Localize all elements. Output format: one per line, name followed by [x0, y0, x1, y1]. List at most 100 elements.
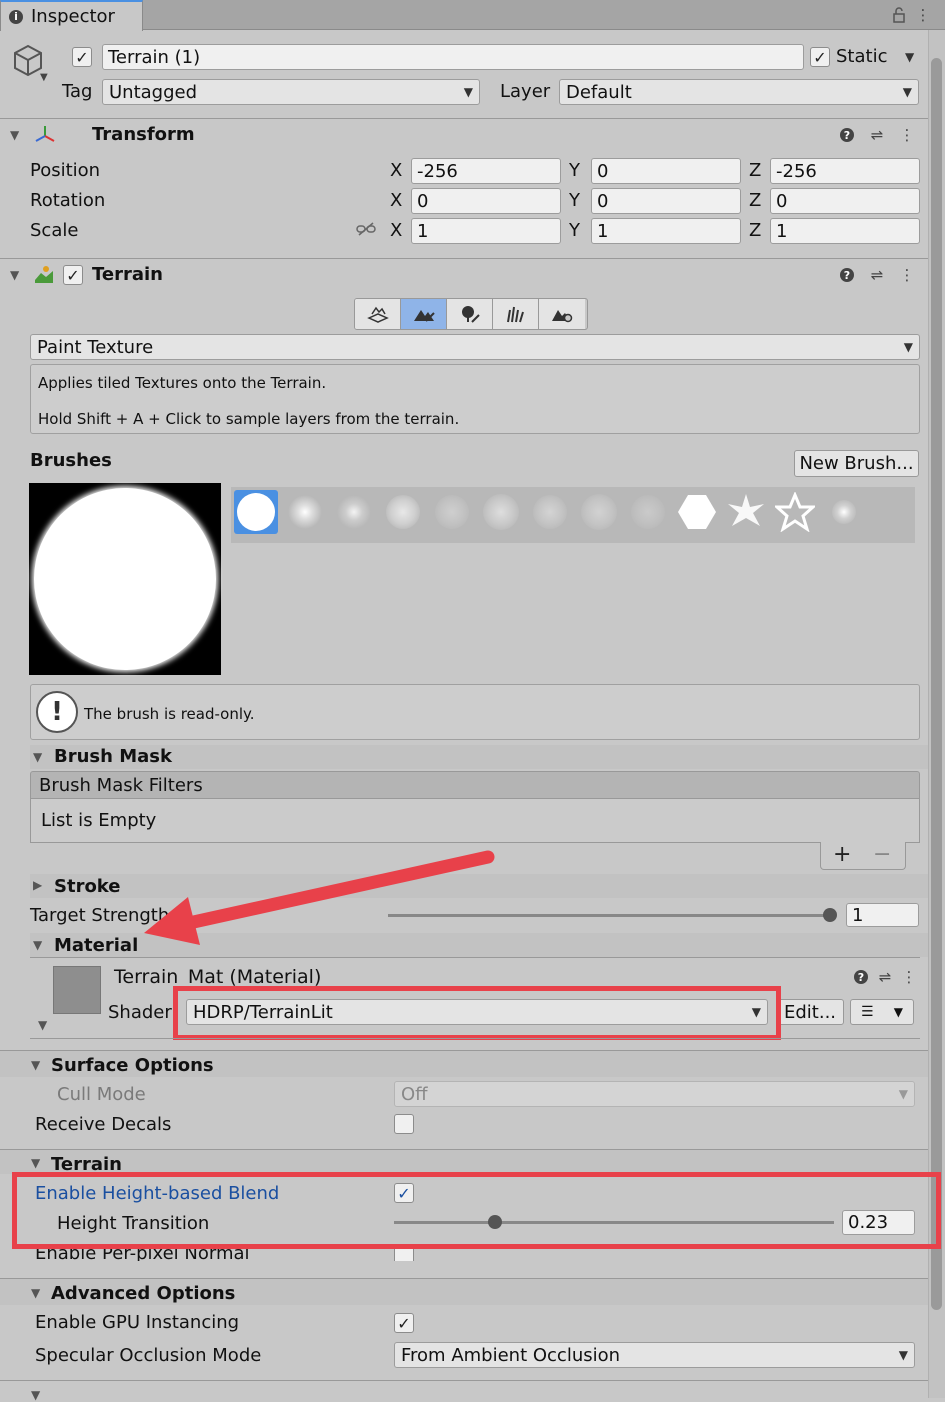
advanced-options-foldout-icon[interactable]: ▼ [31, 1286, 40, 1300]
scale-x-field[interactable]: 1 [411, 218, 561, 244]
terrain-enabled-checkbox[interactable]: ✓ [63, 265, 83, 285]
paint-trees-button[interactable] [447, 299, 493, 329]
material-title: Material [54, 935, 139, 956]
help-icon[interactable]: ? [852, 968, 870, 986]
divider [30, 1038, 920, 1039]
brush-item[interactable] [577, 490, 621, 534]
tag-dropdown[interactable]: Untagged ▼ [102, 79, 480, 105]
scale-z-field[interactable]: 1 [770, 218, 920, 244]
brush-item[interactable] [332, 490, 376, 534]
brush-noise-icon [533, 495, 567, 529]
paint-details-button[interactable] [493, 299, 539, 329]
edit-shader-label: Edit... [783, 1001, 837, 1023]
receive-decals-checkbox[interactable] [394, 1114, 414, 1134]
active-checkbox[interactable]: ✓ [72, 47, 92, 67]
transform-foldout-icon[interactable]: ▼ [10, 128, 19, 142]
object-name-field[interactable]: Terrain (1) [102, 44, 804, 70]
rotation-x-value: 0 [417, 190, 429, 212]
brush-item[interactable] [381, 490, 425, 534]
brush-item[interactable] [283, 490, 327, 534]
static-dropdown-arrow-icon[interactable]: ▼ [905, 50, 914, 64]
component-menu-icon[interactable]: ⋮ [898, 126, 916, 144]
scale-y-field[interactable]: 1 [591, 218, 741, 244]
tag-value: Untagged [109, 81, 198, 103]
surface-options-foldout-icon[interactable]: ▼ [31, 1058, 40, 1072]
material-foldout-icon[interactable]: ▼ [33, 938, 42, 952]
new-brush-button[interactable]: New Brush... [794, 450, 919, 477]
presets-icon[interactable]: ⇌ [868, 266, 886, 284]
brush-item[interactable] [773, 490, 817, 534]
annotation-highlight-height-blend [12, 1172, 941, 1249]
brush-item[interactable] [430, 490, 474, 534]
presets-icon[interactable]: ⇌ [876, 968, 894, 986]
layer-dropdown[interactable]: Default ▼ [559, 79, 919, 105]
divider [30, 957, 920, 958]
brush-mask-foldout-icon[interactable]: ▼ [33, 750, 42, 764]
terrain-mode-dropdown[interactable]: Paint Texture ▼ [30, 334, 920, 360]
component-menu-icon[interactable]: ⋮ [898, 266, 916, 284]
axis-y-label: Y [569, 190, 580, 211]
material-menu-icon[interactable]: ⋮ [900, 968, 918, 986]
position-x-value: -256 [417, 160, 458, 182]
brush-item[interactable] [479, 490, 523, 534]
svg-text:?: ? [858, 971, 864, 984]
remove-filter-button[interactable]: − [873, 842, 891, 867]
brush-grass-icon [631, 495, 665, 529]
scale-z-value: 1 [776, 220, 788, 242]
position-x-field[interactable]: -256 [411, 158, 561, 184]
gpu-instancing-checkbox[interactable]: ✓ [394, 1313, 414, 1333]
chevron-down-icon: ▼ [898, 1348, 908, 1362]
create-neighbor-terrains-button[interactable] [355, 299, 401, 329]
brush-preview-circle [34, 488, 216, 670]
menu-dots-icon[interactable]: ⋮ [914, 6, 932, 24]
paint-terrain-button[interactable] [401, 299, 447, 329]
warning-icon: ! [36, 691, 78, 733]
static-checkbox[interactable]: ✓ [810, 47, 830, 67]
target-strength-slider-knob[interactable] [823, 908, 837, 922]
constrain-proportions-icon[interactable] [356, 221, 376, 242]
position-y-field[interactable]: 0 [591, 158, 741, 184]
terrain-foldout-icon[interactable]: ▼ [10, 268, 19, 282]
icon-dropdown-arrow-icon[interactable]: ▼ [40, 72, 48, 83]
rotation-z-field[interactable]: 0 [770, 188, 920, 214]
material-preview-swatch[interactable] [53, 966, 101, 1014]
material-foldout-arrow-icon[interactable]: ▼ [38, 1018, 47, 1032]
help-icon[interactable]: ? [838, 126, 856, 144]
brush-item[interactable] [528, 490, 572, 534]
presets-icon[interactable]: ⇌ [868, 126, 886, 144]
next-section-foldout-icon[interactable]: ▼ [31, 1388, 40, 1402]
brush-mask-filters-label: Brush Mask Filters [39, 774, 203, 796]
brush-item[interactable] [626, 490, 670, 534]
target-strength-field[interactable]: 1 [846, 903, 919, 927]
terrain-sub-header [0, 1150, 928, 1174]
tab-inspector[interactable]: i Inspector [0, 0, 143, 31]
terrain-settings-button[interactable] [539, 299, 585, 329]
rotation-x-field[interactable]: 0 [411, 188, 561, 214]
brush-item-selected[interactable] [234, 490, 278, 534]
add-filter-button[interactable]: + [833, 842, 851, 867]
brush-item[interactable] [675, 490, 719, 534]
help-icon[interactable]: ? [838, 266, 856, 284]
shader-options-button[interactable]: ☰ ▼ [850, 999, 914, 1025]
brush-item[interactable] [724, 490, 768, 534]
axis-z-label: Z [749, 220, 762, 241]
position-z-field[interactable]: -256 [770, 158, 920, 184]
edit-shader-button[interactable]: Edit... [776, 999, 844, 1025]
material-name: Terrain_Mat (Material) [114, 966, 322, 988]
scrollbar-thumb[interactable] [931, 58, 942, 1310]
axis-x-label: X [390, 190, 403, 211]
paint-details-icon [506, 306, 524, 323]
brush-item[interactable] [822, 490, 866, 534]
advanced-options-title: Advanced Options [51, 1283, 236, 1304]
scale-y-value: 1 [597, 220, 609, 242]
star-outline-icon [775, 492, 815, 532]
layer-label: Layer [500, 81, 551, 102]
stroke-foldout-icon[interactable]: ▶ [33, 878, 42, 892]
object-name-value: Terrain (1) [108, 46, 201, 68]
terrain-sub-foldout-icon[interactable]: ▼ [31, 1156, 40, 1170]
annotation-highlight-shader [173, 986, 781, 1040]
specular-occlusion-dropdown[interactable]: From Ambient Occlusion ▼ [394, 1342, 915, 1368]
surface-options-title: Surface Options [51, 1055, 214, 1076]
lock-icon[interactable] [890, 6, 908, 24]
rotation-y-field[interactable]: 0 [591, 188, 741, 214]
